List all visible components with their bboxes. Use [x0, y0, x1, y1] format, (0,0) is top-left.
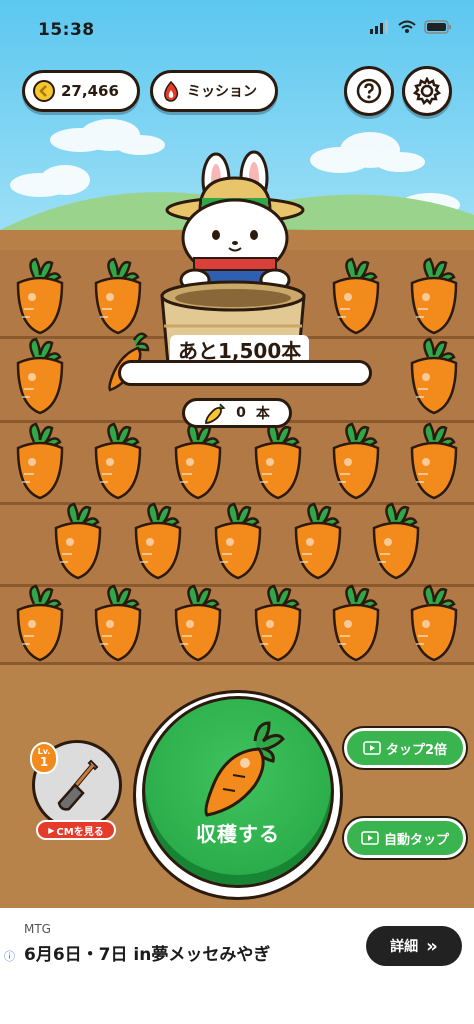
ad-details-button[interactable]: 詳細 » — [366, 926, 462, 966]
harvest-label: 収穫する — [196, 822, 280, 846]
count-value: 0 — [236, 405, 246, 421]
status-time: 15:38 — [38, 20, 95, 40]
harvest-carrot-icon — [204, 721, 285, 817]
carrot-row-1 — [16, 257, 458, 335]
gear-icon — [413, 77, 441, 105]
coin-counter[interactable]: 27,466 — [22, 70, 140, 112]
tap-double-label: タップ2倍 — [385, 742, 448, 758]
status-bar: 15:38 — [0, 0, 474, 60]
level-badge: Lv. 1 — [30, 742, 58, 774]
small-carrot-icon — [205, 403, 226, 424]
carrot-row-4 — [54, 502, 420, 580]
help-button[interactable] — [344, 66, 394, 116]
signal-icon — [370, 20, 388, 34]
video-icon — [363, 741, 381, 755]
settings-button[interactable] — [402, 66, 452, 116]
harvest-count: 0 本 — [182, 398, 292, 428]
ad-details-label: 詳細 — [390, 939, 419, 955]
ad-info-icon[interactable]: ⓘ — [4, 948, 15, 964]
coin-icon — [33, 80, 55, 102]
level-value: 1 — [39, 755, 49, 769]
auto-tap-label: 自動タップ — [383, 832, 449, 848]
status-icons — [370, 20, 452, 34]
cm-label: CMを見る — [56, 826, 104, 838]
double-chevron-icon: » — [426, 935, 438, 957]
wifi-icon — [398, 20, 416, 33]
question-icon — [356, 78, 382, 104]
mission-button[interactable]: ミッション — [150, 70, 278, 112]
battery-icon — [424, 20, 451, 34]
carrot-row-5 — [16, 584, 458, 662]
play-icon: ▶ — [48, 825, 55, 835]
ad-text: 6月6日・7日 in夢メッセみやぎ — [24, 945, 271, 965]
mission-label: ミッション — [187, 84, 257, 100]
shovel-icon — [57, 759, 99, 811]
coin-count: 27,466 — [61, 82, 119, 100]
tap-double-button[interactable]: タップ2倍 — [344, 728, 466, 768]
count-unit: 本 — [255, 406, 270, 422]
flame-icon — [164, 80, 179, 102]
carrot-row-3 — [16, 422, 458, 500]
video-icon — [361, 831, 379, 845]
ad-brand: MTG — [24, 922, 51, 936]
progress-bar — [118, 360, 372, 386]
watch-cm-button[interactable]: ▶ CMを見る — [36, 820, 116, 840]
harvest-button[interactable] — [142, 696, 334, 888]
auto-tap-button[interactable]: 自動タップ — [344, 818, 466, 858]
